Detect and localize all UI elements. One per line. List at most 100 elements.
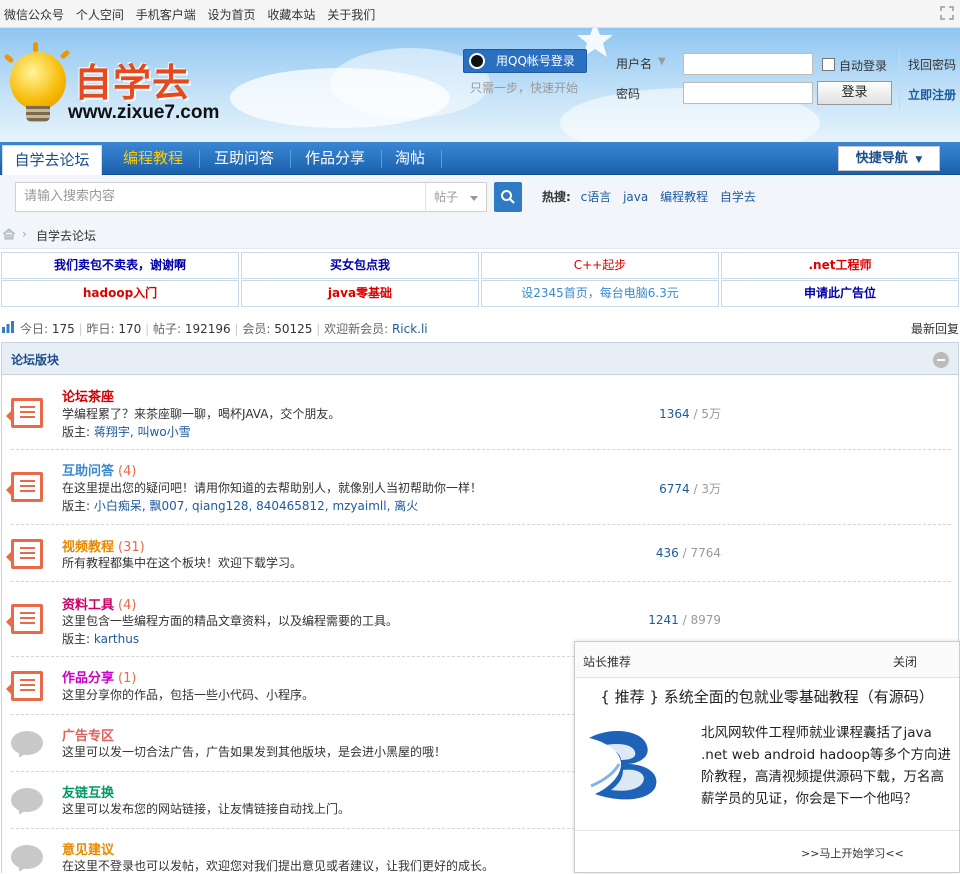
board-title[interactable]: 友链互换 bbox=[62, 782, 114, 801]
ad-text: hadoop入门 bbox=[82, 286, 158, 300]
board-name: 视频教程 bbox=[62, 540, 115, 555]
search-input[interactable]: 请输入搜索内容 bbox=[15, 182, 426, 212]
board-row[interactable]: 视频教程 (31) 所有教程都集中在这个板块！欢迎下载学习。 436 / 7764 bbox=[6, 525, 951, 582]
ad-link[interactable]: C++起步 bbox=[481, 252, 719, 279]
logo-ray bbox=[3, 53, 15, 64]
board-desc: 这里分享你的作品，包括一些小代码、小程序。 bbox=[62, 688, 315, 702]
nav-works[interactable]: 作品分享 bbox=[292, 142, 378, 175]
mods-list[interactable]: karthus bbox=[94, 632, 139, 646]
beifeng-logo[interactable] bbox=[581, 724, 671, 804]
board-title[interactable]: 互助问答 (4) bbox=[62, 460, 136, 479]
board-title[interactable]: 广告专区 bbox=[62, 725, 114, 744]
stat-members-label: 会员: bbox=[242, 322, 271, 336]
breadcrumb-current[interactable]: 自学去论坛 bbox=[36, 227, 96, 244]
board-new-count: (31) bbox=[118, 540, 145, 555]
nav-tutorials[interactable]: 编程教程 bbox=[110, 142, 196, 175]
ad-link[interactable]: 设2345首页，每台电脑6.3元 bbox=[481, 280, 719, 307]
ad-link[interactable]: .net工程师 bbox=[721, 252, 959, 279]
hot-search-label: 热搜: bbox=[542, 190, 571, 204]
board-name: 资料工具 bbox=[62, 598, 115, 613]
site-logo[interactable]: 自学去 www.zixue7.com bbox=[3, 42, 219, 132]
top-links: 微信公众号 个人空间 手机客户端 设为首页 收藏本站 关于我们 bbox=[4, 6, 383, 23]
stats-text: 今日: 175 | 昨日: 170 | 帖子: 192196 | 会员: 501… bbox=[20, 322, 428, 336]
logo-name: 自学去 bbox=[74, 61, 192, 105]
expand-icon[interactable] bbox=[940, 6, 954, 20]
board-title[interactable]: 资料工具 (4) bbox=[62, 594, 136, 613]
board-title[interactable]: 视频教程 (31) bbox=[62, 536, 145, 555]
hot-term[interactable]: c语言 bbox=[581, 190, 612, 204]
forum-stats: 今日: 175 | 昨日: 170 | 帖子: 192196 | 会员: 501… bbox=[0, 318, 960, 338]
qq-login-button[interactable]: 用QQ帐号登录 bbox=[463, 49, 587, 73]
top-link-space[interactable]: 个人空间 bbox=[76, 8, 124, 22]
hot-term[interactable]: java bbox=[623, 190, 648, 204]
qq-login-label: 用QQ帐号登录 bbox=[496, 54, 575, 68]
stat-new-member[interactable]: Rick.li bbox=[392, 322, 428, 336]
board-mods: 版主: karthus bbox=[62, 630, 139, 647]
password-label: 密码 bbox=[616, 87, 641, 101]
search-bar: 请输入搜索内容 帖子 热搜: c语言 java 编程教程 自学去 bbox=[0, 175, 960, 219]
board-title[interactable]: 意见建议 bbox=[62, 839, 114, 858]
quick-nav-label: 快捷导航 bbox=[855, 151, 908, 166]
bubble-icon bbox=[11, 731, 43, 755]
post-icon bbox=[6, 671, 43, 701]
hot-term[interactable]: 编程教程 bbox=[660, 190, 708, 204]
board-desc: 在这里提出您的疑问吧！请用你知道的去帮助别人，就像别人当初帮助你一样！ bbox=[62, 481, 483, 495]
board-row[interactable]: 互助问答 (4) 在这里提出您的疑问吧！请用你知道的去帮助别人，就像别人当初帮助你… bbox=[6, 450, 951, 525]
post-count: / 8979 bbox=[682, 613, 721, 627]
search-button[interactable] bbox=[494, 182, 522, 212]
mods-list[interactable]: 蒋翔宇, 叫wo小雪 bbox=[94, 425, 191, 439]
board-title[interactable]: 论坛茶座 bbox=[62, 386, 114, 405]
ad-text: 我们卖包不卖表，谢谢啊 bbox=[53, 258, 186, 272]
ad-link[interactable]: java零基础 bbox=[241, 280, 479, 307]
quick-nav-button[interactable]: 快捷导航 ▼ bbox=[838, 146, 940, 171]
recommend-popup: 站长推荐 关闭 { 推荐 } 系统全面的包就业零基础教程（有源码） 北风网软件工… bbox=[574, 641, 960, 873]
password-input[interactable] bbox=[683, 82, 813, 104]
main-nav: 自学去论坛 编程教程 互助问答 作品分享 淘帖 快捷导航 ▼ bbox=[0, 142, 960, 175]
top-link-favorite[interactable]: 收藏本站 bbox=[267, 8, 315, 22]
nav-qa[interactable]: 互助问答 bbox=[202, 142, 286, 175]
post-icon bbox=[6, 398, 43, 428]
username-input[interactable] bbox=[683, 53, 813, 75]
board-row[interactable]: 论坛茶座 学编程累了？来茶座聊一聊，喝杯JAVA，交个朋友。 版主: 蒋翔宇, … bbox=[6, 376, 951, 450]
home-icon[interactable] bbox=[2, 228, 16, 240]
start-learning-link[interactable]: >>马上开始学习<< bbox=[801, 845, 904, 861]
mods-label: 版主: bbox=[62, 499, 91, 513]
chevron-down-icon[interactable]: ▼ bbox=[658, 56, 666, 67]
hot-search: 热搜: c语言 java 编程教程 自学去 bbox=[542, 188, 764, 205]
top-link-about[interactable]: 关于我们 bbox=[327, 8, 375, 22]
ad-link[interactable]: 申请此广告位 bbox=[721, 280, 959, 307]
board-counts: 1364 / 5万 bbox=[659, 405, 721, 422]
board-counts: 1241 / 8979 bbox=[648, 613, 721, 627]
popup-close-button[interactable]: 关闭 bbox=[893, 653, 917, 670]
auto-login-checkbox[interactable] bbox=[822, 58, 835, 71]
mods-label: 版主: bbox=[62, 632, 91, 646]
hot-term[interactable]: 自学去 bbox=[720, 190, 756, 204]
ad-text: C++起步 bbox=[573, 258, 627, 272]
ad-link[interactable]: 买女包点我 bbox=[241, 252, 479, 279]
nav-forum[interactable]: 自学去论坛 bbox=[2, 145, 102, 175]
ad-text: 申请此广告位 bbox=[803, 286, 876, 300]
latest-reply-link[interactable]: 最新回复 bbox=[911, 320, 959, 337]
ad-link[interactable]: 我们卖包不卖表，谢谢啊 bbox=[1, 252, 239, 279]
nav-divider bbox=[381, 150, 382, 168]
nav-collections[interactable]: 淘帖 bbox=[384, 142, 436, 175]
board-new-count: (1) bbox=[118, 671, 137, 686]
qq-icon bbox=[469, 53, 485, 69]
top-link-wechat[interactable]: 微信公众号 bbox=[4, 8, 64, 22]
find-password-link[interactable]: 找回密码 bbox=[908, 56, 956, 73]
login-button[interactable]: 登录 bbox=[817, 81, 892, 105]
collapse-icon[interactable] bbox=[933, 352, 949, 368]
board-desc: 所有教程都集中在这个板块！欢迎下载学习。 bbox=[62, 556, 303, 570]
board-desc: 在这里不登录也可以发帖，欢迎您对我们提出意见或者建议，让我们更好的成长。 bbox=[62, 859, 495, 873]
register-link[interactable]: 立即注册 bbox=[908, 86, 956, 103]
top-link-homepage[interactable]: 设为首页 bbox=[208, 8, 256, 22]
top-link-mobile[interactable]: 手机客户端 bbox=[136, 8, 196, 22]
board-desc: 学编程累了？来茶座聊一聊，喝杯JAVA，交个朋友。 bbox=[62, 407, 341, 421]
mods-list[interactable]: 小白痴呆, 飘007, qiang128, 840465812, mzyaiml… bbox=[94, 499, 418, 513]
ad-link[interactable]: hadoop入门 bbox=[1, 280, 239, 307]
search-type-select[interactable]: 帖子 bbox=[425, 182, 487, 212]
thread-count: 436 bbox=[655, 546, 679, 560]
popup-title[interactable]: { 推荐 } 系统全面的包就业零基础教程（有源码） bbox=[575, 686, 959, 707]
board-title[interactable]: 作品分享 (1) bbox=[62, 667, 136, 686]
nav-divider bbox=[199, 150, 200, 168]
